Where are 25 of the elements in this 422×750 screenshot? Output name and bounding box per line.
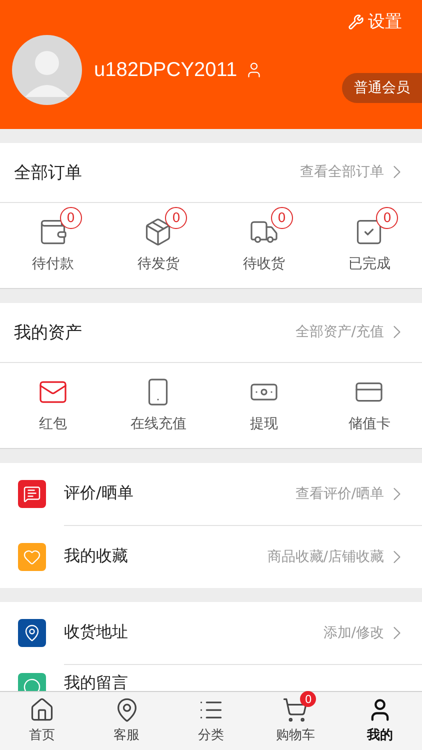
tab[interactable]: 客服: [84, 692, 169, 750]
count-badge: 0: [270, 207, 293, 230]
tab[interactable]: 分类: [168, 692, 254, 750]
asset-button[interactable]: 在线充值: [106, 371, 211, 440]
row-label: 评价/晒单: [64, 483, 134, 504]
count-badge: 0: [376, 207, 398, 230]
count-badge: 0: [165, 207, 188, 230]
cart-badge: 0: [300, 691, 316, 708]
tab[interactable]: 首页: [0, 692, 84, 750]
asset-button[interactable]: 红包: [0, 371, 106, 440]
asset-button[interactable]: 储值卡: [316, 371, 422, 440]
asset-button[interactable]: 提现: [211, 371, 316, 440]
section-title: 全部订单: [14, 162, 82, 184]
row-label: 我的留言: [64, 672, 128, 691]
count-badge: 0: [60, 207, 82, 230]
settings-icon: [348, 14, 364, 30]
home-icon: [29, 697, 56, 724]
section-title: 我的资产: [14, 322, 82, 344]
row-label: 收货地址: [64, 622, 128, 644]
tab[interactable]: 我的: [338, 692, 422, 750]
avatar: [12, 35, 82, 105]
tab[interactable]: 0 购物车: [253, 692, 338, 750]
member-level-tag: 普通会员: [342, 73, 422, 103]
username: u182DPCY2011: [94, 58, 238, 82]
row-label: 我的收藏: [64, 546, 128, 568]
